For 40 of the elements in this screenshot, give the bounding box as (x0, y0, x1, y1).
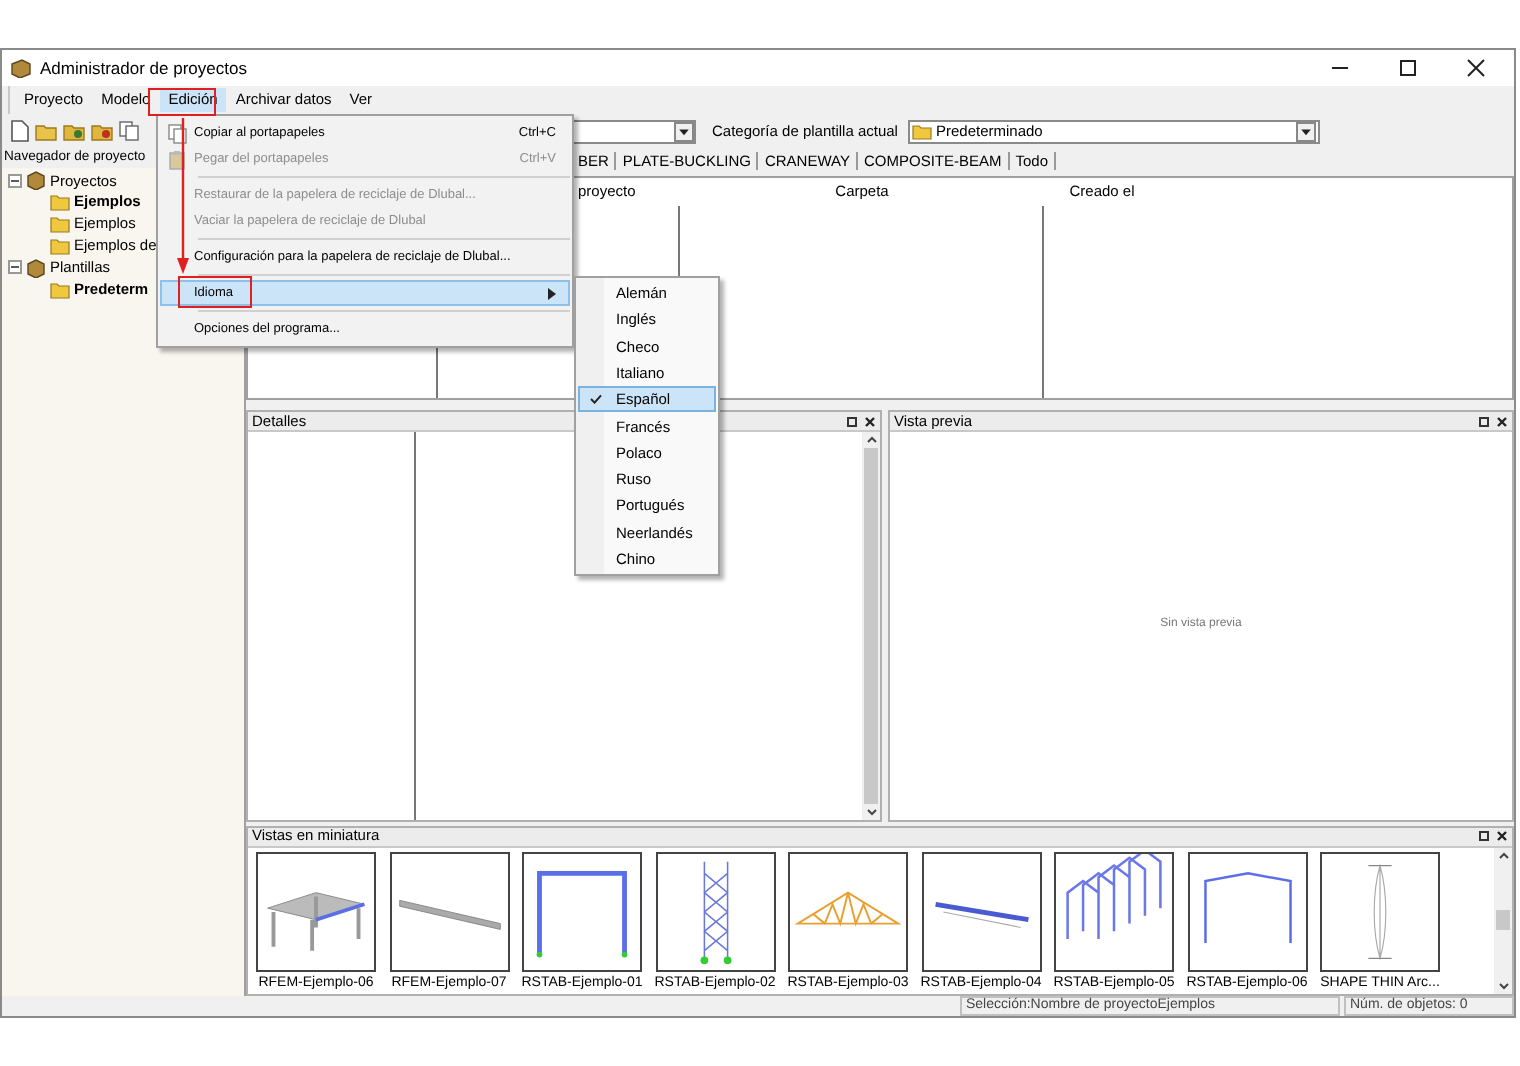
checkmark-icon (590, 394, 602, 405)
model-thumbnail[interactable] (1054, 851, 1174, 971)
expander-icon[interactable] (8, 260, 22, 275)
model-thumbnail[interactable] (1320, 851, 1440, 971)
pin-icon[interactable] (846, 415, 858, 428)
app-icon (10, 58, 32, 78)
scrollbar[interactable] (1494, 847, 1512, 994)
model-thumbnail[interactable] (655, 851, 775, 971)
box-icon (26, 257, 46, 278)
copy-icon[interactable] (118, 120, 142, 142)
close-icon[interactable] (1466, 58, 1486, 78)
model-thumbnail[interactable] (522, 851, 642, 971)
scrollbar-thumb[interactable] (1496, 910, 1510, 931)
folder-icon (911, 123, 932, 139)
scroll-up-icon[interactable] (1497, 847, 1509, 863)
maximize-icon[interactable] (1398, 58, 1418, 78)
folder-icon[interactable] (90, 121, 114, 141)
new-document-icon[interactable] (10, 120, 30, 142)
model-thumbnail[interactable] (921, 851, 1041, 971)
highlight-box (178, 276, 252, 308)
window-title: Administrador de proyectos (40, 55, 247, 81)
copy-icon (168, 123, 188, 143)
box-icon (26, 170, 46, 191)
close-icon[interactable] (1496, 415, 1508, 428)
pin-icon[interactable] (1478, 830, 1490, 842)
folder-icon[interactable] (34, 121, 58, 141)
model-thumbnail[interactable] (1187, 851, 1307, 971)
folder-icon[interactable] (62, 121, 86, 141)
scrollbar-thumb[interactable] (864, 448, 878, 803)
scroll-down-icon[interactable] (865, 803, 877, 819)
pin-icon[interactable] (1478, 415, 1490, 428)
scroll-down-icon[interactable] (1497, 978, 1509, 994)
model-thumbnail[interactable] (788, 851, 908, 971)
close-icon[interactable] (864, 415, 876, 428)
scrollbar[interactable] (862, 432, 880, 819)
close-icon[interactable] (1496, 830, 1508, 842)
folder-icon (50, 279, 70, 299)
expander-icon[interactable] (8, 173, 22, 188)
model-thumbnail[interactable] (389, 851, 509, 971)
model-thumbnail[interactable] (256, 851, 376, 971)
